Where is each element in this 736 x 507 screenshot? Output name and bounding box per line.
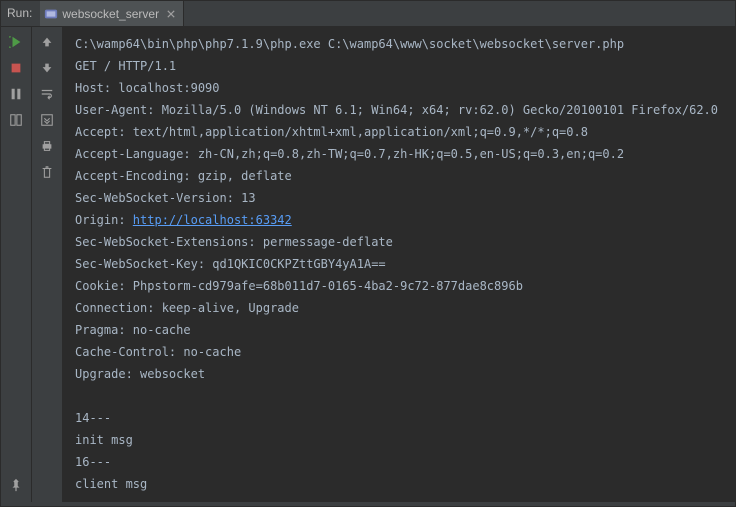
- console-line: 16---: [75, 451, 725, 473]
- console-line: Sec-WebSocket-Key: qd1QKIC0CKPZttGBY4yA1…: [75, 253, 725, 275]
- console-line: Connection: keep-alive, Upgrade: [75, 297, 725, 319]
- pause-button[interactable]: [5, 83, 27, 105]
- scroll-to-end-button[interactable]: [36, 109, 58, 131]
- rerun-button[interactable]: [5, 31, 27, 53]
- console-line: Accept-Language: zh-CN,zh;q=0.8,zh-TW;q=…: [75, 143, 725, 165]
- run-tool-window: Run: websocket_server: [0, 0, 736, 507]
- up-button[interactable]: [36, 31, 58, 53]
- down-button[interactable]: [36, 57, 58, 79]
- run-tab-label: websocket_server: [62, 7, 159, 21]
- console-line: client msg: [75, 473, 725, 495]
- console-line: Accept: text/html,application/xhtml+xml,…: [75, 121, 725, 143]
- console-line: Upgrade: websocket: [75, 363, 725, 385]
- clear-all-button[interactable]: [36, 161, 58, 183]
- pin-button[interactable]: [5, 474, 27, 496]
- statusbar-stub: [1, 502, 735, 506]
- console-line: Pragma: no-cache: [75, 319, 725, 341]
- php-file-icon: [44, 7, 58, 21]
- layout-button[interactable]: [5, 109, 27, 131]
- console-line: GET / HTTP/1.1: [75, 55, 725, 77]
- console-link[interactable]: http://localhost:63342: [133, 213, 292, 227]
- run-tabbar: Run: websocket_server: [1, 1, 735, 27]
- stop-button[interactable]: [5, 57, 27, 79]
- console-line: Sec-WebSocket-Extensions: permessage-def…: [75, 231, 725, 253]
- soft-wrap-button[interactable]: [36, 83, 58, 105]
- console-line: Cookie: Phpstorm-cd979afe=68b011d7-0165-…: [75, 275, 725, 297]
- console-line: Sec-WebSocket-Version: 13: [75, 187, 725, 209]
- run-main: C:\wamp64\bin\php\php7.1.9\php.exe C:\wa…: [1, 27, 735, 502]
- run-toolbar-left: [1, 27, 32, 502]
- console-line: C:\wamp64\bin\php\php7.1.9\php.exe C:\wa…: [75, 33, 725, 55]
- console-line: Accept-Encoding: gzip, deflate: [75, 165, 725, 187]
- console-line: init msg: [75, 429, 725, 451]
- console-line: Host: localhost:9090: [75, 77, 725, 99]
- console-line: Cache-Control: no-cache: [75, 341, 725, 363]
- run-label: Run:: [1, 1, 40, 26]
- console-line: [75, 385, 725, 407]
- console-line: Origin: http://localhost:63342: [75, 209, 725, 231]
- run-tab-websocket-server[interactable]: websocket_server: [40, 1, 184, 26]
- console-output[interactable]: C:\wamp64\bin\php\php7.1.9\php.exe C:\wa…: [63, 27, 735, 502]
- console-line: 14---: [75, 407, 725, 429]
- close-icon[interactable]: [165, 8, 177, 20]
- run-toolbar-right: [32, 27, 63, 502]
- print-button[interactable]: [36, 135, 58, 157]
- console-line: User-Agent: Mozilla/5.0 (Windows NT 6.1;…: [75, 99, 725, 121]
